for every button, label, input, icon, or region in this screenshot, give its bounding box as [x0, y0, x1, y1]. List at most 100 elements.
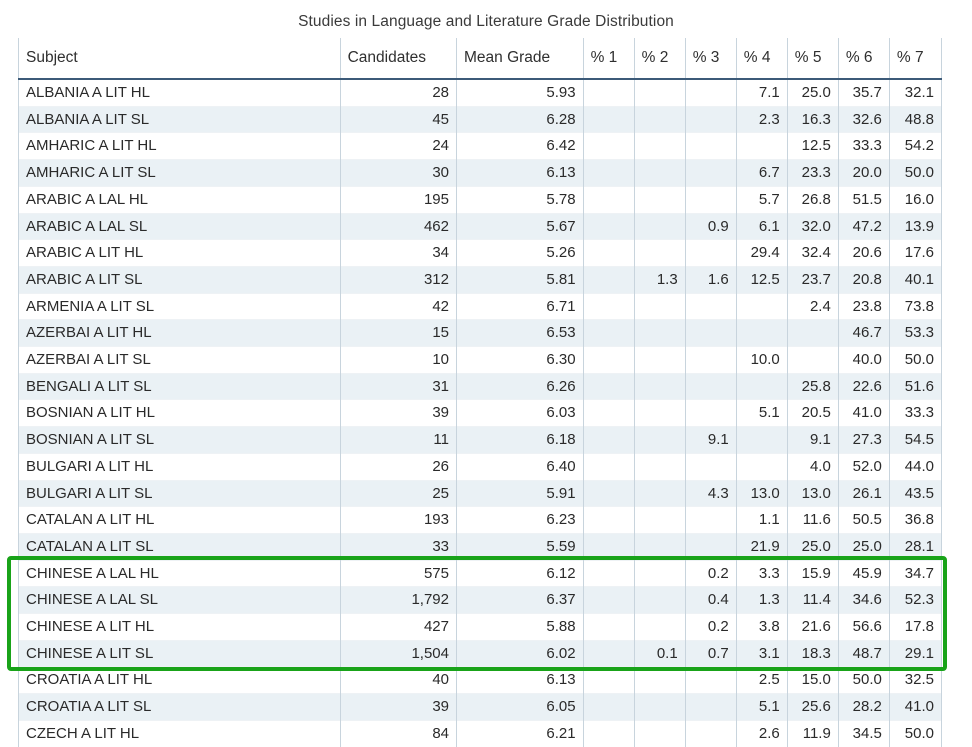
table-row[interactable]: ARABIC A LAL HL 195 5.78 5.7 26.8 51.5 16.0: [18, 185, 943, 214]
table-row[interactable]: AZERBAI A LIT SL 10 6.30 10.0 40.0 50.0: [18, 346, 943, 374]
cell-pct1: [582, 185, 635, 214]
cell-candidates: 312: [339, 265, 458, 294]
cell-pct1: [582, 613, 635, 641]
table-row[interactable]: CROATIA A LIT SL 39 6.05 5.1 25.6 28.2 41.0: [18, 693, 943, 721]
cell-mean_grade: 6.18: [456, 426, 584, 454]
cell-pct2: [633, 532, 686, 561]
cell-subject: CHINESE A LIT SL: [18, 639, 341, 667]
cell-pct4: 6.7: [735, 159, 788, 187]
column-header-candidates[interactable]: Candidates: [339, 38, 458, 80]
cell-subject: BULGARI A LIT SL: [18, 479, 341, 507]
table-row[interactable]: CHINESE A LIT HL 427 5.88 0.2 3.8 21.6 56.6 17.…: [18, 613, 943, 641]
cell-pct2: [633, 452, 686, 481]
column-header-pct-4[interactable]: % 4: [735, 38, 788, 80]
cell-mean_grade: 6.05: [456, 693, 584, 721]
table-row[interactable]: CHINESE A LIT SL 1,504 6.02 0.1 0.7 3.1 18.3 48…: [18, 639, 943, 667]
cell-pct6: 32.6: [837, 105, 890, 133]
cell-candidates: 26: [339, 452, 458, 481]
cell-subject: AMHARIC A LIT SL: [18, 159, 341, 187]
table-row[interactable]: CATALAN A LIT HL 193 6.23 1.1 11.6 50.5 36.8: [18, 506, 943, 534]
table-row[interactable]: CATALAN A LIT SL 33 5.59 21.9 25.0 25.0 28.1: [18, 532, 943, 561]
table-row[interactable]: AMHARIC A LIT SL 30 6.13 6.7 23.3 20.0 50.0: [18, 159, 943, 187]
cell-pct4: 5.1: [735, 693, 788, 721]
cell-mean_grade: 6.37: [456, 586, 584, 614]
cell-pct7: 50.0: [888, 346, 943, 374]
cell-pct6: 22.6: [837, 372, 890, 400]
cell-pct1: [582, 319, 635, 347]
page-title: Studies in Language and Literature Grade…: [298, 13, 674, 30]
table-header: Subject Candidates Mean Grade % 1 % 2 % …: [18, 38, 943, 80]
cell-pct3: [684, 132, 737, 160]
cell-mean_grade: 6.21: [456, 719, 584, 747]
table-row[interactable]: AMHARIC A LIT HL 24 6.42 12.5 33.3 54.2: [18, 132, 943, 160]
cell-pct2: [633, 319, 686, 347]
column-header-pct-7[interactable]: % 7: [888, 38, 943, 80]
column-header-mean-grade[interactable]: Mean Grade: [456, 38, 584, 80]
table-row[interactable]: BULGARI A LIT SL 25 5.91 4.3 13.0 13.0 26.1 43.…: [18, 479, 943, 507]
column-header-pct-6[interactable]: % 6: [837, 38, 890, 80]
table-row[interactable]: ARABIC A LIT HL 34 5.26 29.4 32.4 20.6 17.6: [18, 239, 943, 267]
cell-subject: BOSNIAN A LIT HL: [18, 399, 341, 427]
cell-subject: ARABIC A LAL HL: [18, 185, 341, 214]
cell-pct3: [684, 319, 737, 347]
cell-mean_grade: 6.28: [456, 105, 584, 133]
cell-pct4: 12.5: [735, 265, 788, 294]
table-row[interactable]: CZECH A LIT HL 84 6.21 2.6 11.9 34.5 50.0: [18, 719, 943, 747]
cell-subject: CHINESE A LIT HL: [18, 613, 341, 641]
cell-pct3: [684, 346, 737, 374]
table-row[interactable]: AZERBAI A LIT HL 15 6.53 46.7 53.3: [18, 319, 943, 347]
cell-mean_grade: 6.30: [456, 346, 584, 374]
cell-pct2: [633, 719, 686, 747]
column-header-pct-5[interactable]: % 5: [786, 38, 839, 80]
cell-pct6: 50.5: [837, 506, 890, 534]
cell-subject: CROATIA A LIT HL: [18, 666, 341, 694]
table-row[interactable]: CHINESE A LAL HL 575 6.12 0.2 3.3 15.9 45.9 34.…: [18, 559, 943, 587]
table-row[interactable]: CROATIA A LIT HL 40 6.13 2.5 15.0 50.0 32.5: [18, 666, 943, 694]
table-row[interactable]: CHINESE A LAL SL 1,792 6.37 0.4 1.3 11.4 34.6 5…: [18, 586, 943, 614]
column-header-pct-1[interactable]: % 1: [582, 38, 635, 80]
cell-mean_grade: 5.81: [456, 265, 584, 294]
cell-mean_grade: 6.02: [456, 639, 584, 667]
cell-pct3: [684, 399, 737, 427]
cell-pct6: 20.6: [837, 239, 890, 267]
cell-candidates: 39: [339, 693, 458, 721]
cell-mean_grade: 6.40: [456, 452, 584, 481]
column-header-subject[interactable]: Subject: [18, 38, 341, 80]
cell-pct2: [633, 346, 686, 374]
column-header-pct-3[interactable]: % 3: [684, 38, 737, 80]
cell-pct5: 26.8: [786, 185, 839, 214]
cell-subject: BULGARI A LIT HL: [18, 452, 341, 481]
cell-pct3: [684, 532, 737, 561]
table-row[interactable]: ALBANIA A LIT HL 28 5.93 7.1 25.0 35.7 32.1: [18, 78, 943, 107]
table-row[interactable]: ARABIC A LAL SL 462 5.67 0.9 6.1 32.0 47.2 13.9: [18, 212, 943, 240]
table-row[interactable]: ALBANIA A LIT SL 45 6.28 2.3 16.3 32.6 48.8: [18, 105, 943, 133]
cell-candidates: 40: [339, 666, 458, 694]
cell-pct3: [684, 159, 737, 187]
table-row[interactable]: BENGALI A LIT SL 31 6.26 25.8 22.6 51.6: [18, 372, 943, 400]
cell-mean_grade: 6.23: [456, 506, 584, 534]
cell-candidates: 24: [339, 132, 458, 160]
cell-pct4: 5.7: [735, 185, 788, 214]
cell-subject: CROATIA A LIT SL: [18, 693, 341, 721]
table-row[interactable]: BULGARI A LIT HL 26 6.40 4.0 52.0 44.0: [18, 452, 943, 481]
cell-subject: BENGALI A LIT SL: [18, 372, 341, 400]
table-row[interactable]: ARABIC A LIT SL 312 5.81 1.3 1.6 12.5 23.7 20.8…: [18, 265, 943, 294]
table-row[interactable]: BOSNIAN A LIT HL 39 6.03 5.1 20.5 41.0 33.3: [18, 399, 943, 427]
cell-subject: ALBANIA A LIT HL: [18, 78, 341, 107]
cell-pct5: 11.4: [786, 586, 839, 614]
cell-candidates: 31: [339, 372, 458, 400]
cell-pct7: 40.1: [888, 265, 943, 294]
cell-pct7: 48.8: [888, 105, 943, 133]
cell-pct1: [582, 559, 635, 587]
cell-pct1: [582, 265, 635, 294]
table-row[interactable]: ARMENIA A LIT SL 42 6.71 2.4 23.8 73.8: [18, 292, 943, 320]
cell-pct5: 13.0: [786, 479, 839, 507]
table-row[interactable]: BOSNIAN A LIT SL 11 6.18 9.1 9.1 27.3 54.5: [18, 426, 943, 454]
cell-mean_grade: 5.93: [456, 78, 584, 107]
cell-candidates: 427: [339, 613, 458, 641]
cell-mean_grade: 6.42: [456, 132, 584, 160]
cell-candidates: 1,792: [339, 586, 458, 614]
column-header-pct-2[interactable]: % 2: [633, 38, 686, 80]
cell-pct4: [735, 292, 788, 320]
cell-pct7: 73.8: [888, 292, 943, 320]
